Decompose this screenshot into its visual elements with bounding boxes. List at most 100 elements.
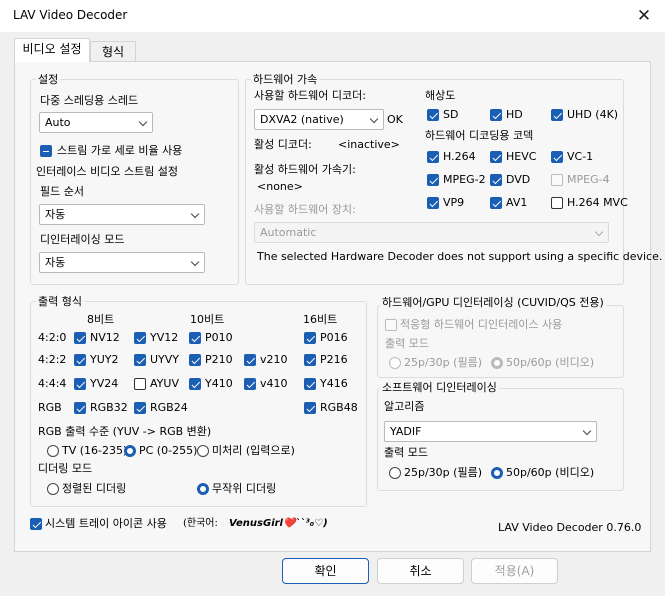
rgb-level-tv-label: TV (16-235) [62,444,128,457]
codec-h264-checkbox[interactable] [427,151,439,163]
format-v410-label: v410 [260,377,288,390]
format-p010-label: P010 [205,331,233,344]
format-rgb24-checkbox[interactable] [134,402,146,414]
algorithm-select[interactable]: YADIF [384,421,597,442]
format-yv24-checkbox[interactable] [74,378,86,390]
format-y410-checkbox[interactable] [189,378,201,390]
hw-decoder-select[interactable]: DXVA2 (native) [254,109,384,130]
codec-mpeg2-label: MPEG-2 [443,173,486,186]
deinterlacing-mode-select[interactable]: 자동 [39,252,205,273]
tab-video-settings[interactable]: 비디오 설정 [14,38,90,62]
hw-deint-video-label: 50p/60p (비디오) [506,356,595,369]
active-decoder-label: 활성 디코더: [254,138,312,151]
codec-vc1-checkbox[interactable] [551,151,563,163]
format-v210-checkbox[interactable] [244,354,256,366]
tab-formats[interactable]: 형식 [90,41,136,61]
threads-select[interactable]: Auto [39,112,153,133]
resolution-uhd-checkbox[interactable] [551,109,563,121]
cancel-button[interactable]: 취소 [377,558,464,584]
tray-icon-checkbox[interactable] [30,518,42,530]
codec-mpeg2-checkbox[interactable] [427,174,439,186]
version-label: LAV Video Decoder 0.76.0 [498,521,642,534]
codec-vc1-label: VC-1 [567,150,594,163]
dither-ordered-label: 정렬된 디더링 [62,482,127,495]
resolution-sd-checkbox[interactable] [427,109,439,121]
format-nv12-checkbox[interactable] [74,332,86,344]
codec-mpeg4-checkbox[interactable] [551,174,563,186]
format-p216-checkbox[interactable] [304,354,316,366]
algorithm-label: 알고리즘 [384,400,425,413]
format-p016-checkbox[interactable] [304,332,316,344]
rgb-level-untouched-radio[interactable] [197,445,209,457]
adaptive-hw-deint-checkbox[interactable] [385,319,397,331]
row-label-444: 4:4:4 [38,377,67,390]
stream-aspect-ratio-checkbox[interactable] [40,145,52,157]
dither-random-radio[interactable] [197,483,209,495]
apply-button[interactable]: 적용(A) [471,558,558,584]
col-header-16bit: 16비트 [303,313,338,326]
rgb-level-pc-label: PC (0-255) [139,444,198,457]
adaptive-hw-deint-label: 적응형 하드웨어 디인터레이스 사용 [400,318,563,331]
hw-deint-output-mode-label: 출력 모드 [385,337,429,350]
codec-hevc-checkbox[interactable] [490,151,502,163]
resolution-hd-label: HD [506,108,523,121]
sw-deint-video-label: 50p/60p (비디오) [506,466,595,479]
codec-av1-checkbox[interactable] [490,197,502,209]
format-p010-checkbox[interactable] [189,332,201,344]
format-p210-label: P210 [205,353,233,366]
tray-icon-label: 시스템 트레이 아이콘 사용 [45,517,167,530]
translator-prefix: (한국어: [183,518,218,529]
field-order-select[interactable]: 자동 [39,204,205,225]
format-uyvy-checkbox[interactable] [134,354,146,366]
format-rgb32-checkbox[interactable] [74,402,86,414]
sw-deint-output-mode-label: 출력 모드 [384,446,428,459]
format-v410-checkbox[interactable] [244,378,256,390]
format-yv12-label: YV12 [150,331,179,344]
hw-device-value: Automatic [260,226,317,239]
hw-device-select[interactable]: Automatic [254,222,609,243]
resolution-sd-label: SD [443,108,459,121]
chevron-down-icon [582,426,592,436]
codec-hevc-label: HEVC [506,150,537,163]
resolution-hd-checkbox[interactable] [490,109,502,121]
codec-h264mvc-checkbox[interactable] [551,197,563,209]
close-icon[interactable]: ✕ [630,3,658,29]
col-header-10bit: 10비트 [190,313,225,326]
format-yuy2-checkbox[interactable] [74,354,86,366]
format-ayuv-checkbox[interactable] [134,378,146,390]
sw-deint-film-label: 25p/30p (필름) [404,466,482,479]
format-uyvy-label: UYVY [150,353,180,366]
codec-vp9-checkbox[interactable] [427,197,439,209]
hw-decoder-status: OK [387,113,403,126]
codec-h264-label: H.264 [443,150,476,163]
format-y416-checkbox[interactable] [304,378,316,390]
dither-ordered-radio[interactable] [47,483,59,495]
rgb-level-untouched-label: 미처리 (입력으로) [212,444,295,457]
sw-deint-group-label: 소프트웨어 디인터레이싱 [380,381,499,394]
active-accelerator-value: <none> [257,180,303,193]
hw-deint-group-label: 하드웨어/GPU 디인터레이싱 (CUVID/QS 전용) [380,296,606,309]
format-p210-checkbox[interactable] [189,354,201,366]
format-rgb24-label: RGB24 [150,401,188,414]
field-order-value: 자동 [45,208,66,221]
hw-device-note: The selected Hardware Decoder does not s… [257,250,663,263]
translator-name: VenusGirl❤️``³₀♡) [229,518,328,529]
ok-button[interactable]: 확인 [282,558,369,584]
hw-deint-film-radio[interactable] [389,357,401,369]
active-accelerator-label: 활성 하드웨어 가속기: [254,163,356,176]
window-title: LAV Video Decoder [13,8,128,22]
hw-deint-video-radio[interactable] [491,357,503,369]
sw-deint-film-radio[interactable] [389,467,401,479]
rgb-level-tv-radio[interactable] [47,445,59,457]
resolution-label: 해상도 [425,89,456,102]
codec-av1-label: AV1 [506,196,528,209]
sw-deint-video-radio[interactable] [491,467,503,479]
rgb-level-pc-radio[interactable] [124,445,136,457]
format-y410-label: Y410 [205,377,233,390]
hw-decoder-label: 사용할 하드웨어 디코더: [254,89,366,102]
format-rgb48-checkbox[interactable] [304,402,316,414]
codec-dvd-checkbox[interactable] [490,174,502,186]
format-nv12-label: NV12 [90,331,120,344]
format-yv12-checkbox[interactable] [134,332,146,344]
codec-vp9-label: VP9 [443,196,465,209]
